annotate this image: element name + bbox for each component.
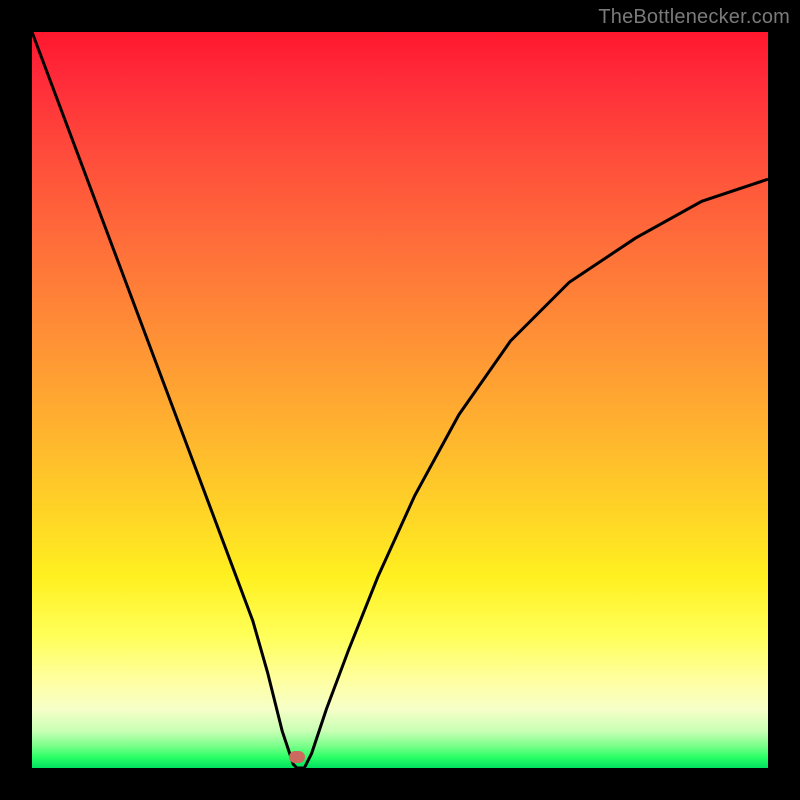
chart-frame: TheBottlenecker.com	[0, 0, 800, 800]
plot-area	[32, 32, 768, 768]
bottleneck-curve	[32, 32, 768, 768]
attribution-text: TheBottlenecker.com	[598, 6, 790, 29]
optimal-marker	[289, 751, 305, 763]
